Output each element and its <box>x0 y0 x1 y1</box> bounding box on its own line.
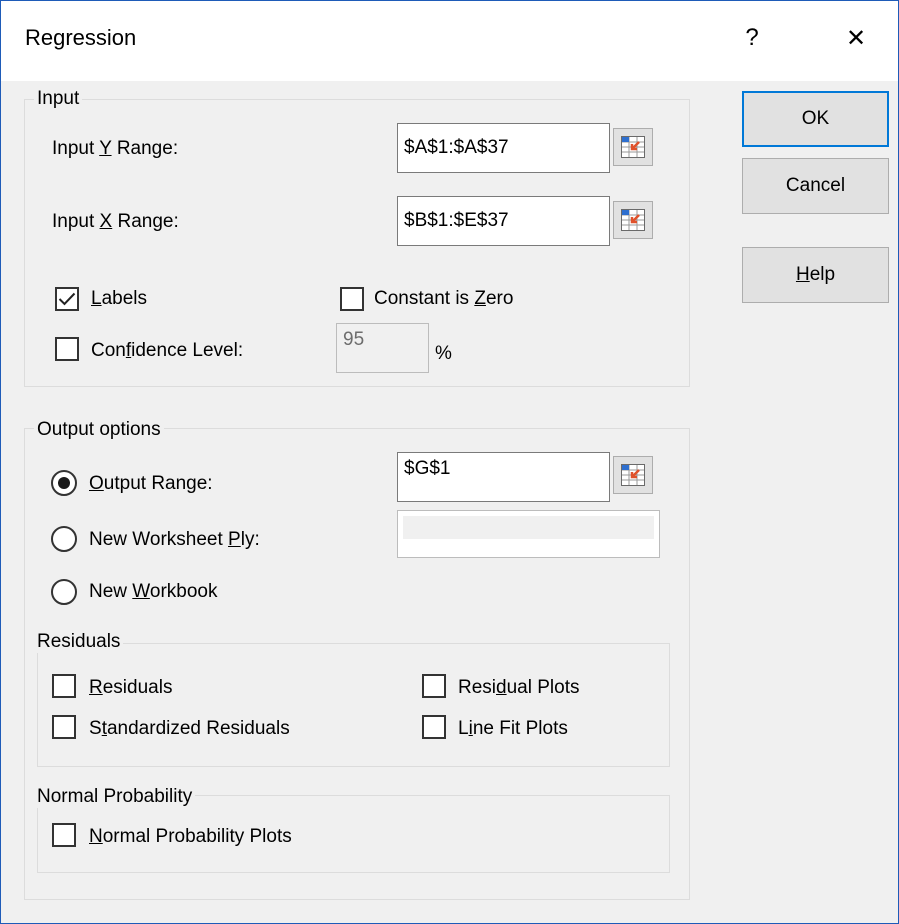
new-worksheet-ply-label[interactable]: New Worksheet Ply: <box>89 529 260 551</box>
confidence-level-label[interactable]: Confidence Level: <box>91 340 243 362</box>
residuals-legend: Residuals <box>34 631 124 653</box>
confidence-level-checkbox[interactable] <box>55 337 79 361</box>
cancel-button[interactable]: Cancel <box>742 158 889 214</box>
new-worksheet-ply-radio[interactable] <box>51 526 77 552</box>
output-range-field[interactable]: $G$1 <box>397 452 610 502</box>
labels-checkbox[interactable] <box>55 287 79 311</box>
window-title: Regression <box>25 25 137 50</box>
input-y-range-selector-button[interactable] <box>613 128 653 166</box>
line-fit-plots-label[interactable]: Line Fit Plots <box>458 718 568 740</box>
new-workbook-label[interactable]: New Workbook <box>89 581 218 603</box>
close-icon[interactable]: ✕ <box>833 15 879 61</box>
residuals-checkbox[interactable] <box>52 674 76 698</box>
input-legend: Input <box>34 88 83 110</box>
output-range-radio[interactable] <box>51 470 77 496</box>
collapse-dialog-icon <box>621 136 645 158</box>
labels-checkbox-label[interactable]: Labels <box>91 288 147 310</box>
input-x-range-label: Input X Range: <box>52 211 179 232</box>
output-range-label[interactable]: Output Range: <box>89 473 213 495</box>
help-button-label: Help <box>795 264 836 285</box>
help-button[interactable]: Help <box>742 247 889 303</box>
line-fit-plots-checkbox[interactable] <box>422 715 446 739</box>
residual-plots-checkbox[interactable] <box>422 674 446 698</box>
input-x-range-field[interactable]: $B$1:$E$37 <box>397 196 610 246</box>
constant-is-zero-label[interactable]: Constant is Zero <box>374 288 513 310</box>
normal-probability-legend: Normal Probability <box>34 786 196 808</box>
standardized-residuals-checkbox[interactable] <box>52 715 76 739</box>
collapse-dialog-icon <box>621 464 645 486</box>
radio-selected-dot <box>58 477 70 489</box>
cancel-button-label: Cancel <box>785 175 846 196</box>
ok-button[interactable]: OK <box>742 91 889 147</box>
residual-plots-label[interactable]: Residual Plots <box>458 677 579 699</box>
residuals-label[interactable]: Residuals <box>89 677 172 699</box>
collapse-dialog-icon <box>621 209 645 231</box>
help-icon[interactable]: ? <box>729 15 775 61</box>
checkmark-icon <box>58 292 76 306</box>
input-y-range-field[interactable]: $A$1:$A$37 <box>397 123 610 173</box>
input-y-range-value: $A$1:$A$37 <box>404 137 509 158</box>
output-options-legend: Output options <box>34 419 164 441</box>
normal-probability-plots-label[interactable]: Normal Probability Plots <box>89 826 292 848</box>
confidence-level-field[interactable]: 95 <box>336 323 429 373</box>
new-worksheet-ply-field-fill <box>403 516 654 539</box>
standardized-residuals-label[interactable]: Standardized Residuals <box>89 718 290 740</box>
regression-dialog: Regression ? ✕ Input Input Y Range: $A$1… <box>0 0 899 924</box>
ok-button-label: OK <box>801 108 830 129</box>
output-range-selector-button[interactable] <box>613 456 653 494</box>
normal-probability-plots-checkbox[interactable] <box>52 823 76 847</box>
constant-is-zero-checkbox[interactable] <box>340 287 364 311</box>
output-range-value: $G$1 <box>404 458 451 479</box>
confidence-percent-label: % <box>435 343 452 364</box>
input-y-range-label: Input Y Range: <box>52 138 179 159</box>
confidence-level-value: 95 <box>343 329 365 350</box>
new-workbook-radio[interactable] <box>51 579 77 605</box>
new-worksheet-ply-field[interactable] <box>397 510 660 558</box>
residuals-group <box>37 643 670 767</box>
input-x-range-selector-button[interactable] <box>613 201 653 239</box>
input-x-range-value: $B$1:$E$37 <box>404 210 509 231</box>
title-bar: Regression ? ✕ <box>1 1 898 81</box>
